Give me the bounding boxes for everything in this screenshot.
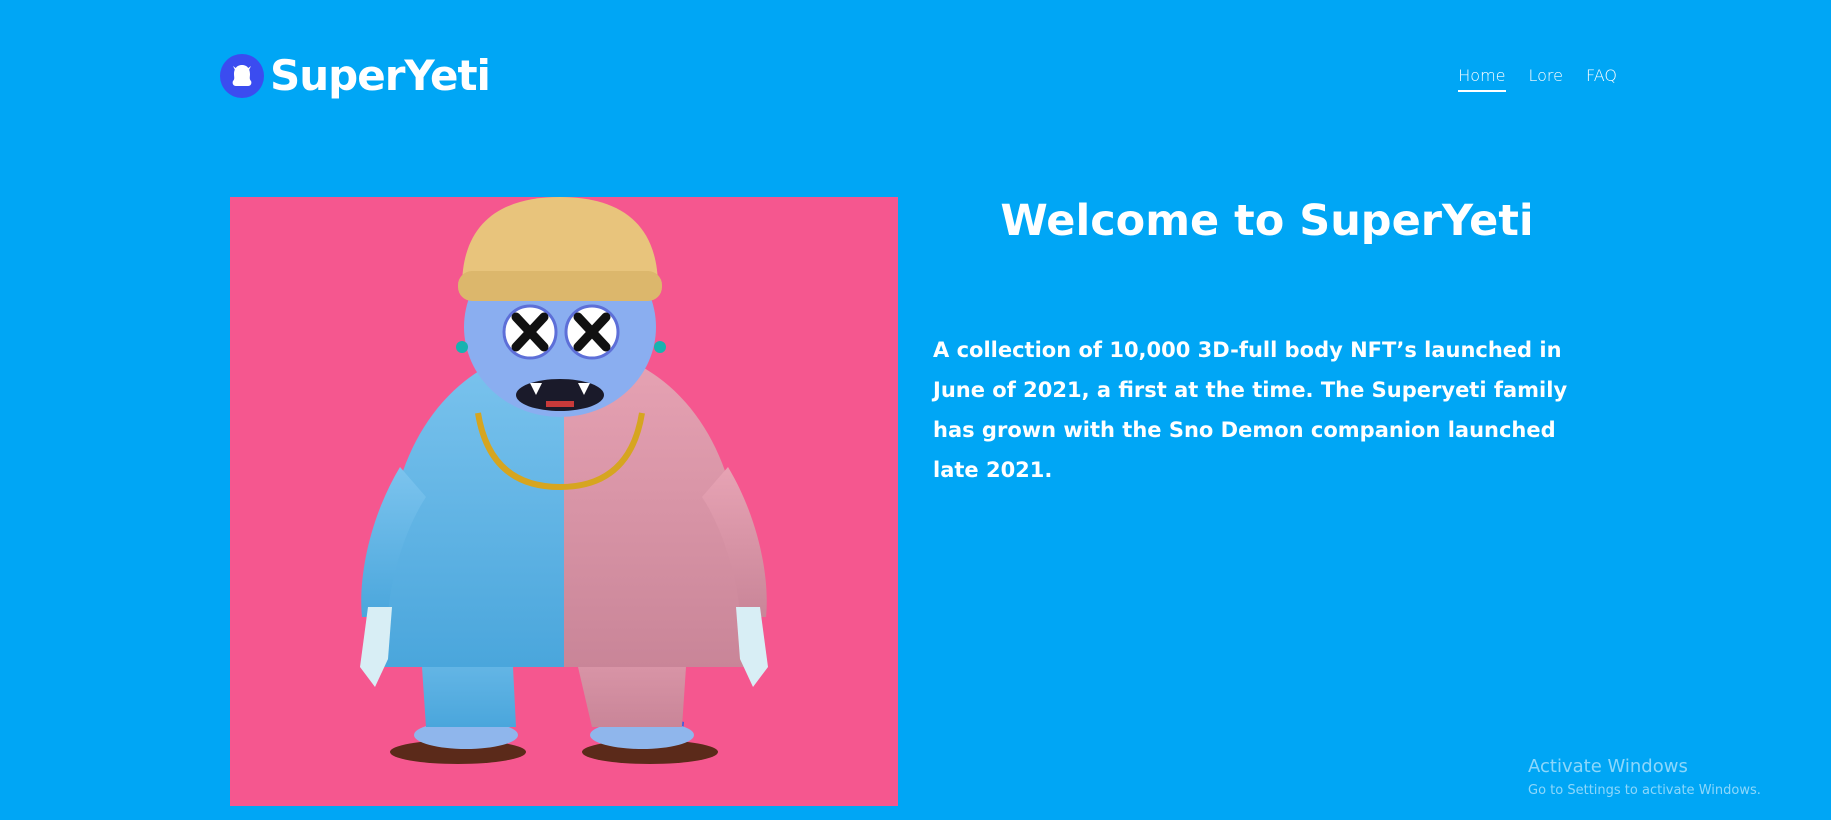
brand-name: SuperYeti [270, 51, 491, 100]
watermark-subtitle: Go to Settings to activate Windows. [1528, 783, 1761, 798]
hero-image [230, 197, 898, 806]
nav-item-home[interactable]: Home [1458, 66, 1506, 92]
activate-windows-watermark: Activate Windows Go to Settings to activ… [1528, 756, 1761, 800]
main-nav: Home Lore FAQ [1458, 66, 1617, 92]
brand-logo-link[interactable]: SuperYeti [220, 51, 491, 100]
yeti-logo-icon [220, 54, 264, 98]
page: SuperYeti Home Lore FAQ Welcome to Super… [0, 0, 1831, 820]
nav-item-lore[interactable]: Lore [1529, 66, 1564, 92]
yeti-character-illustration [360, 197, 768, 764]
page-title: Welcome to SuperYeti [1000, 196, 1534, 246]
collection-description: A collection of 10,000 3D-full body NFT’… [933, 338, 1568, 482]
nav-item-faq[interactable]: FAQ [1586, 66, 1617, 92]
watermark-title: Activate Windows [1528, 756, 1688, 777]
